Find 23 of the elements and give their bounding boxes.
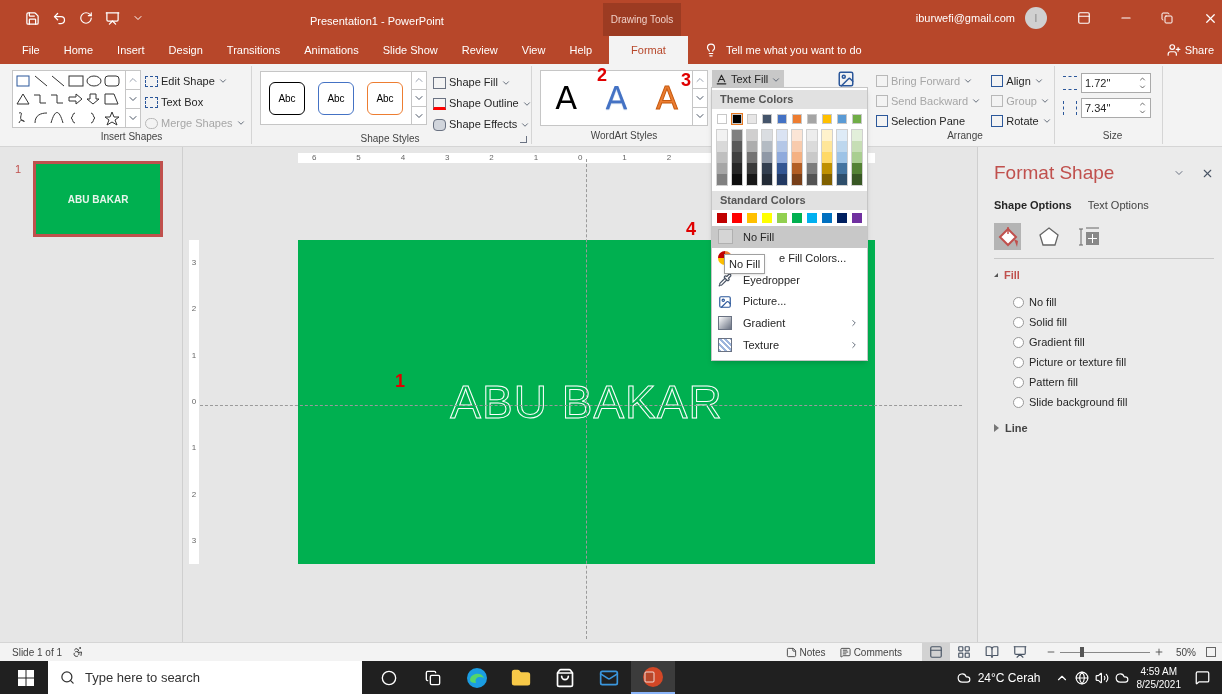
menu-header: Standard Colors [712,191,867,210]
group-label: Insert Shapes [99,132,164,144]
group-label: Arrange [946,131,984,143]
annotation-number: 3 [681,69,691,92]
vertical-ruler: 3 2 1 0 1 2 3 [189,240,199,564]
group-label: WordArt Styles [589,131,659,143]
slide-counter: Slide 1 of 1 [12,645,63,660]
section-title: Fill [1004,267,1020,283]
slide-title-text: ABU BAKAR [450,374,723,430]
window-title: Presentation1 - PowerPoint [310,14,444,29]
tooltip: No Fill [724,254,766,274]
slide-number: 1 [15,162,22,177]
thumbnail-text: ABU BAKAR [67,192,129,207]
annotation-number: 4 [686,218,696,241]
account-email: iburwefi@gmail.com [915,10,1015,26]
context-tab-label: Drawing Tools [603,3,681,36]
section-title: Line [1005,420,1028,436]
menu-header: Theme Colors [712,90,867,109]
pane-title: Format Shape [994,161,1116,185]
annotation-number: 1 [395,370,405,393]
annotation-number: 2 [597,64,607,86]
group-label: Size [1101,131,1124,143]
group-label: Shape Styles [359,134,421,146]
